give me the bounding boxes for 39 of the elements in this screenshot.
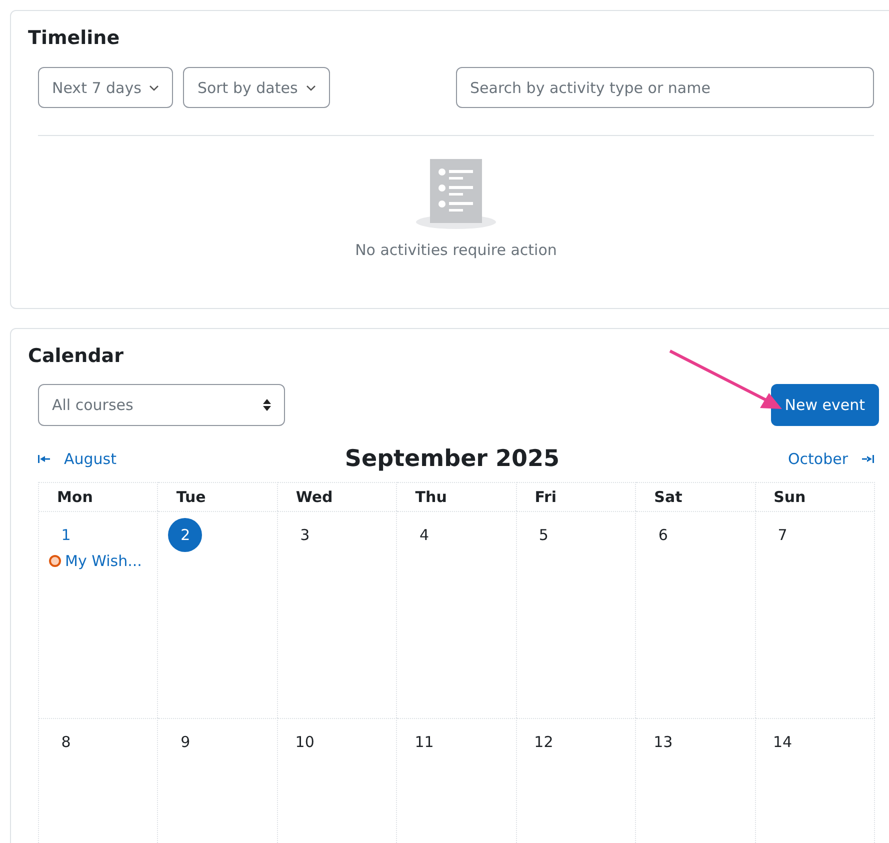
chevron-icon [149, 84, 160, 90]
day-number: 11 [414, 732, 435, 753]
day-number[interactable]: 2 [168, 518, 202, 552]
chevron-icon [306, 84, 316, 90]
previous-month-link[interactable]: August [38, 450, 116, 468]
event-link[interactable]: My Wish... [65, 552, 142, 570]
sort-caret-icon [263, 399, 271, 411]
arrow-left-icon [38, 455, 50, 463]
list-document-icon [416, 159, 496, 229]
day-number: 7 [776, 525, 788, 546]
day-number: 6 [657, 525, 669, 546]
next-month-link[interactable]: October [788, 450, 874, 468]
filter-dropdown[interactable]: Next 7 days [38, 67, 174, 108]
search-field[interactable]: Search by activity type or name [456, 67, 874, 108]
card-title: Calendar [28, 345, 124, 367]
weekday-header: Wed [278, 482, 398, 511]
weekday-header: Mon [39, 482, 158, 511]
day-number: 14 [772, 732, 794, 753]
day-number: 12 [533, 732, 554, 753]
day-number: 8 [60, 732, 72, 753]
day-number: 10 [294, 732, 316, 753]
empty-message: No activities require action [355, 241, 557, 259]
day-number: 9 [180, 732, 192, 753]
weekday-header: Fri [516, 482, 636, 511]
day-number[interactable]: 1 [49, 520, 83, 550]
arrow-right-icon [862, 455, 874, 463]
day-number: 4 [418, 525, 430, 546]
weekday-header: Tue [158, 482, 278, 511]
weekday-header: Sun [756, 482, 875, 511]
new-event-button[interactable]: New event [770, 384, 879, 426]
day-number: 3 [299, 525, 311, 546]
filter-dropdown[interactable]: Sort by dates [183, 67, 330, 108]
weekday-header: Sat [636, 482, 756, 511]
card-title: Timeline [28, 27, 121, 49]
weekday-header: Thu [397, 482, 517, 511]
day-number: 5 [538, 525, 550, 546]
month-title: September 2025 [344, 446, 560, 472]
course-select[interactable]: All courses [38, 384, 285, 426]
day-number: 13 [652, 732, 674, 753]
